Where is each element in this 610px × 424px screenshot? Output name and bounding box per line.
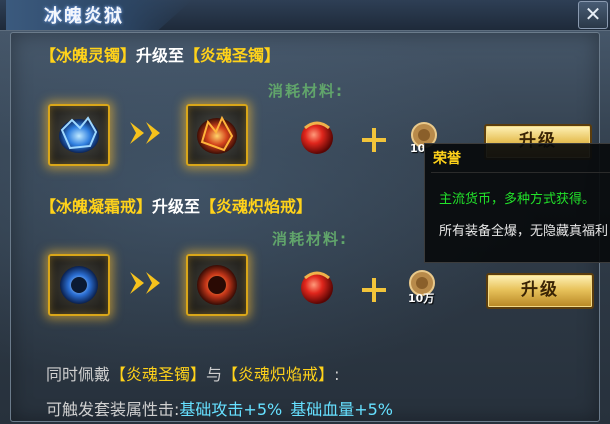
red-orb-material-icon[interactable] [297,116,337,156]
plus-icon [362,278,386,302]
section1-from-item: 【冰魄灵镯】 [40,46,137,65]
close-icon: ✕ [584,2,602,26]
bonus-stat-attack: 基础攻击+5% [179,400,283,419]
bonus-item1: 【炎魂圣镯】 [110,365,207,384]
flame-ring-icon [197,265,237,305]
section1-to-item: 【炎魂圣镯】 [184,46,281,65]
ice-bracelet-icon [59,116,99,153]
section2-heading: 【冰魄凝霜戒】升级至【炎魂炽焰戒】 [40,193,312,217]
title-bar: 冰魄炎狱 ✕ [0,0,610,31]
bracelet-source-slot[interactable] [48,104,110,166]
bonus-item2: 【炎魂炽焰戒】 [222,365,335,384]
ring-target-slot[interactable] [186,254,248,316]
bonus-line2-prefix: 可触发套装属性击: [46,400,180,419]
flame-bracelet-icon [197,115,237,154]
ring-source-slot[interactable] [48,254,110,316]
tooltip-line1: 主流货币，多种方式获得。 [439,192,596,207]
tooltip-divider [431,172,610,173]
set-bonus-line2: 可触发套装属性击:基础攻击+5% 基础血量+5% [46,396,393,420]
arrow-right-icon [130,272,160,294]
set-bonus-line1: 同时佩戴【炎魂圣镯】与【炎魂炽焰戒】: [46,361,339,385]
section2-from-item: 【冰魄凝霜戒】 [40,197,153,216]
section2-to-item: 【炎魂炽焰戒】 [200,197,313,216]
honor-tooltip: 荣誉 主流货币，多种方式获得。 所有装备全爆，无隐藏真福利 [424,143,610,263]
section2-material-label: 消耗材料: [272,230,348,248]
bonus-prefix: 同时佩戴 [46,365,111,384]
section2-coin-quantity: 10万 [408,292,435,305]
bonus-suffix: : [334,365,340,384]
plus-icon [362,128,386,152]
arrow-right-icon [130,122,160,144]
honor-coin-slot[interactable]: 10万 [404,268,440,310]
ice-ring-icon [60,266,98,304]
red-orb-material-icon[interactable] [297,266,337,306]
tooltip-line2: 所有装备全爆，无隐藏真福利 [439,224,609,239]
bonus-joiner: 与 [206,365,223,384]
upgrade-button-2[interactable]: 升级 [486,273,594,309]
section1-connector: 升级至 [136,46,185,65]
section2-connector: 升级至 [152,197,201,216]
section1-heading: 【冰魄灵镯】升级至【炎魂圣镯】 [40,42,280,66]
window-title: 冰魄炎狱 [44,6,124,27]
section1-material-label: 消耗材料: [268,82,344,100]
bonus-stat-hp: 基础血量+5% [290,400,393,419]
tooltip-title: 荣誉 [433,151,461,167]
close-button[interactable]: ✕ [578,1,608,29]
upgrade-window: 冰魄炎狱 ✕ 【冰魄灵镯】升级至【炎魂圣镯】 消耗材料: 10 升级 【冰魄凝霜… [0,0,610,424]
bracelet-target-slot[interactable] [186,104,248,166]
